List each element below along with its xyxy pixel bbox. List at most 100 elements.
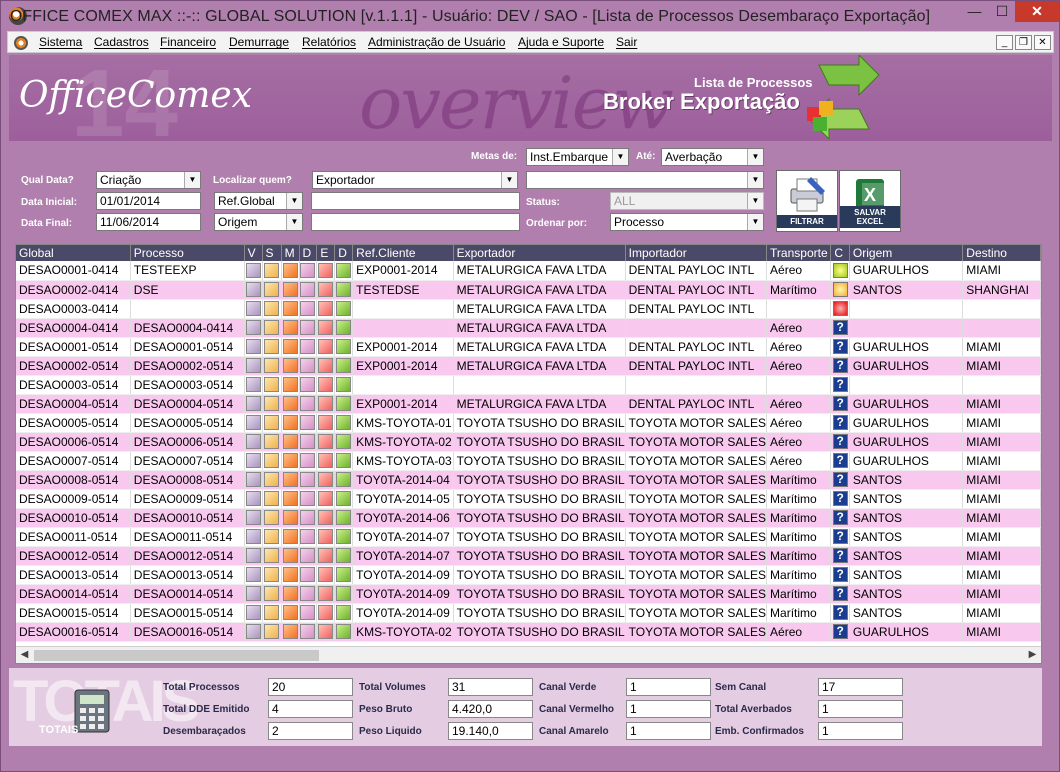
cell-exportador[interactable]: METALURGICA FAVA LTDA (453, 394, 626, 414)
salvar-excel-button[interactable]: X SALVAR EXCEL (839, 170, 901, 232)
cell-global[interactable]: DESAO0016-0514 (16, 622, 131, 642)
cell-destino[interactable]: MIAMI (962, 337, 1041, 357)
cell-global[interactable]: DESAO0003-0414 (16, 299, 131, 319)
cell-destino[interactable]: MIAMI (962, 451, 1041, 471)
cell-importador[interactable]: TOYOTA MOTOR SALES (625, 451, 768, 471)
cell-importador[interactable]: TOYOTA MOTOR SALES (625, 565, 768, 585)
cell-status[interactable] (262, 356, 282, 376)
cell-status[interactable] (281, 584, 300, 604)
cell-global[interactable]: DESAO0001-0414 (16, 261, 131, 281)
cell-status[interactable] (262, 451, 282, 471)
cell-importador[interactable] (625, 375, 768, 395)
cell-origem[interactable]: SANTOS (849, 280, 964, 300)
table-row[interactable]: DESAO0008-0514 DESAO0008-0514 TOY0TA-2014-… (16, 470, 1041, 490)
cell-status[interactable] (334, 413, 354, 433)
cell-status[interactable] (244, 622, 263, 642)
table-row[interactable]: DESAO0012-0514 DESAO0012-0514 TOY0TA-2014-… (16, 546, 1041, 566)
cell-status[interactable] (316, 603, 336, 623)
cell-status[interactable] (281, 261, 300, 281)
cell-processo[interactable]: DESAO0008-0514 (130, 470, 245, 490)
cell-importador[interactable]: DENTAL PAYLOC INTL (625, 337, 768, 357)
data-final-input[interactable]: 11/06/2014 (96, 213, 201, 231)
cell-status[interactable] (244, 470, 263, 490)
cell-global[interactable]: DESAO0015-0514 (16, 603, 131, 623)
table-row[interactable]: DESAO0013-0514 DESAO0013-0514 TOY0TA-2014-… (16, 565, 1041, 585)
menu-demurrage[interactable]: Demurrage (229, 35, 289, 49)
cell-canal[interactable] (830, 261, 850, 281)
column-header[interactable]: Origem (849, 245, 964, 261)
cell-origem[interactable]: GUARULHOS (849, 451, 964, 471)
table-row[interactable]: DESAO0009-0514 DESAO0009-0514 TOY0TA-2014-… (16, 489, 1041, 509)
cell-transporte[interactable]: Marítimo (766, 527, 832, 547)
cell-ref-cliente[interactable] (352, 375, 454, 395)
cell-status[interactable] (262, 261, 282, 281)
cell-status[interactable] (262, 527, 282, 547)
cell-status[interactable] (299, 337, 318, 357)
cell-origem[interactable]: SANTOS (849, 489, 964, 509)
cell-status[interactable] (299, 508, 318, 528)
cell-status[interactable] (334, 337, 354, 357)
menu-ajuda[interactable]: Ajuda e Suporte (518, 35, 604, 49)
cell-global[interactable]: DESAO0005-0514 (16, 413, 131, 433)
cell-importador[interactable]: TOYOTA MOTOR SALES (625, 527, 768, 547)
cell-status[interactable] (281, 622, 300, 642)
cell-status[interactable] (299, 565, 318, 585)
cell-importador[interactable]: TOYOTA MOTOR SALES (625, 508, 768, 528)
cell-status[interactable] (262, 489, 282, 509)
column-header[interactable]: D (299, 245, 318, 261)
cell-transporte[interactable]: Aéreo (766, 451, 832, 471)
cell-canal[interactable]: ? (830, 413, 850, 433)
cell-importador[interactable]: TOYOTA MOTOR SALES (625, 413, 768, 433)
menu-relatorios[interactable]: Relatórios (302, 35, 356, 49)
cell-destino[interactable]: MIAMI (962, 470, 1041, 490)
cell-canal[interactable]: ? (830, 451, 850, 471)
cell-origem[interactable]: GUARULHOS (849, 413, 964, 433)
cell-destino[interactable]: MIAMI (962, 261, 1041, 281)
cell-status[interactable] (316, 280, 336, 300)
table-row[interactable]: DESAO0011-0514 DESAO0011-0514 TOY0TA-2014-… (16, 527, 1041, 547)
cell-status[interactable] (299, 622, 318, 642)
cell-transporte[interactable]: Marítimo (766, 470, 832, 490)
scroll-right-icon[interactable]: ▶ (1024, 647, 1041, 663)
cell-importador[interactable]: TOYOTA MOTOR SALES (625, 584, 768, 604)
table-row[interactable]: DESAO0003-0414 METALURGICA FAVA LTDA DENTA… (16, 299, 1041, 319)
cell-destino[interactable]: SHANGHAI (962, 280, 1041, 300)
table-row[interactable]: DESAO0001-0514 DESAO0001-0514 EXP0001-2014… (16, 337, 1041, 357)
cell-status[interactable] (299, 527, 318, 547)
cell-ref-cliente[interactable]: EXP0001-2014 (352, 337, 454, 357)
cell-status[interactable] (281, 413, 300, 433)
cell-origem[interactable] (849, 375, 964, 395)
column-header[interactable]: S (262, 245, 282, 261)
cell-global[interactable]: DESAO0002-0514 (16, 356, 131, 376)
menu-sair[interactable]: Sair (616, 35, 637, 49)
cell-processo[interactable]: DESAO0013-0514 (130, 565, 245, 585)
cell-ref-cliente[interactable]: KMS-TOYOTA-02 (352, 432, 454, 452)
cell-ref-cliente[interactable]: TOY0TA-2014-07 (352, 546, 454, 566)
cell-destino[interactable]: MIAMI (962, 527, 1041, 547)
cell-global[interactable]: DESAO0002-0414 (16, 280, 131, 300)
qual-data-select[interactable]: Criação ▼ (96, 171, 201, 189)
cell-status[interactable] (244, 432, 263, 452)
cell-importador[interactable]: DENTAL PAYLOC INTL (625, 280, 768, 300)
cell-canal[interactable]: ? (830, 337, 850, 357)
cell-importador[interactable]: TOYOTA MOTOR SALES (625, 489, 768, 509)
cell-status[interactable] (334, 261, 354, 281)
maximize-button[interactable]: ☐ (989, 1, 1015, 22)
column-header[interactable]: Ref.Cliente (352, 245, 454, 261)
cell-exportador[interactable]: TOYOTA TSUSHO DO BRASIL (453, 508, 626, 528)
cell-status[interactable] (244, 413, 263, 433)
cell-status[interactable] (262, 432, 282, 452)
cell-destino[interactable]: MIAMI (962, 489, 1041, 509)
filtrar-button[interactable]: FILTRAR (776, 170, 838, 232)
cell-transporte[interactable]: Aéreo (766, 318, 832, 338)
cell-exportador[interactable]: TOYOTA TSUSHO DO BRASIL (453, 565, 626, 585)
cell-exportador[interactable]: TOYOTA TSUSHO DO BRASIL (453, 546, 626, 566)
cell-exportador[interactable]: METALURGICA FAVA LTDA (453, 318, 626, 338)
cell-status[interactable] (334, 527, 354, 547)
cell-status[interactable] (334, 565, 354, 585)
cell-ref-cliente[interactable]: KMS-TOYOTA-02 (352, 622, 454, 642)
column-header[interactable]: D (334, 245, 354, 261)
metas-select[interactable]: Inst.Embarque ▼ (526, 148, 629, 166)
column-header[interactable]: Destino (962, 245, 1041, 261)
cell-status[interactable] (334, 451, 354, 471)
